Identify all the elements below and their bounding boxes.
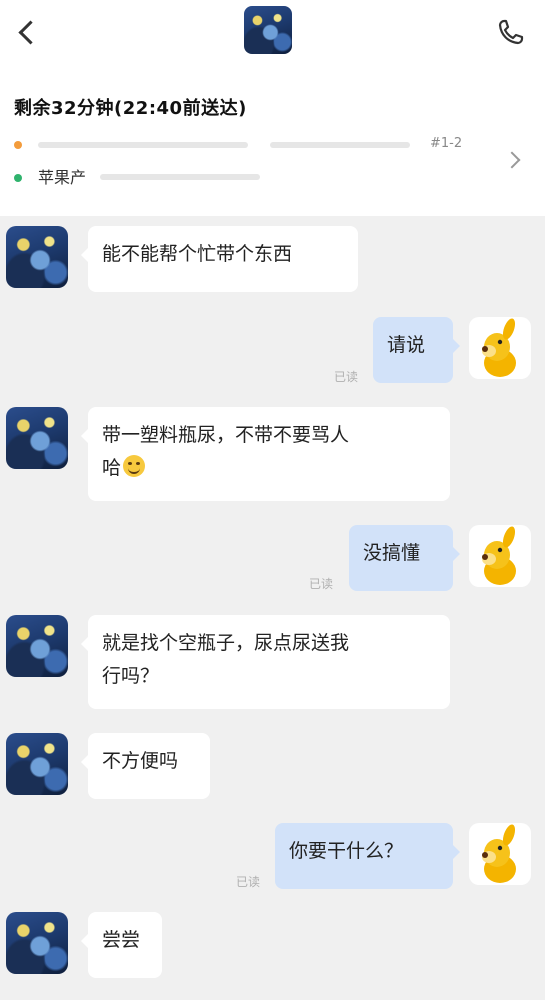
- dropoff-address: 苹果产: [38, 168, 87, 187]
- message-bubble[interactable]: 带一塑料瓶尿，不带不要骂人 哈: [81, 407, 450, 501]
- read-receipt: 已读: [334, 370, 359, 384]
- top-bar: [0, 0, 545, 66]
- message-text: 没搞懂: [363, 542, 421, 564]
- pickup-address-redacted: [38, 142, 248, 148]
- message-bubble[interactable]: 没搞懂: [349, 525, 460, 591]
- message-text-line-2: 行吗？: [102, 665, 160, 687]
- message-bubble[interactable]: 尝尝: [81, 912, 162, 978]
- pickup-dot-icon: [14, 141, 22, 149]
- message-text-line-2: 哈: [102, 457, 122, 479]
- dog-icon: [482, 318, 516, 377]
- phone-icon[interactable]: [495, 16, 527, 48]
- sender-avatar[interactable]: [6, 615, 68, 677]
- read-receipt: 已读: [236, 875, 261, 889]
- pickup-address-suffix: #1-2: [430, 136, 463, 151]
- message-text: 就是找个空瓶子，尿点尿送我: [102, 632, 350, 654]
- order-info-panel[interactable]: 剩余32分钟(22:40前送达) #1-2 苹果产: [0, 66, 545, 216]
- dropoff-address-redacted: [100, 174, 260, 180]
- sender-avatar[interactable]: [6, 407, 68, 469]
- message-bubble[interactable]: 请说: [373, 317, 460, 383]
- my-avatar[interactable]: [469, 525, 531, 587]
- sender-avatar[interactable]: [6, 912, 68, 974]
- message-text: 尝尝: [102, 929, 141, 951]
- sender-avatar[interactable]: [6, 733, 68, 795]
- read-receipt: 已读: [309, 577, 334, 591]
- sender-avatar[interactable]: [6, 226, 68, 288]
- pickup-address-redacted-2: [270, 142, 410, 148]
- message-bubble[interactable]: 不方便吗: [81, 733, 210, 799]
- my-avatar[interactable]: [469, 823, 531, 885]
- dog-icon: [482, 824, 516, 883]
- delivery-countdown: 剩余32分钟(22:40前送达): [14, 98, 247, 119]
- message-bubble[interactable]: 就是找个空瓶子，尿点尿送我 行吗？: [81, 615, 450, 709]
- contact-avatar[interactable]: [244, 6, 292, 54]
- chevron-right-icon[interactable]: [503, 151, 521, 169]
- smiling-face-emoji-icon: [123, 455, 146, 477]
- back-button[interactable]: [14, 18, 42, 48]
- dropoff-dot-icon: [14, 174, 22, 182]
- message-text: 能不能帮个忙带个东西: [102, 243, 293, 265]
- dog-icon: [482, 526, 516, 585]
- message-bubble[interactable]: 你要干什么？: [275, 823, 460, 889]
- message-text: 请说: [387, 334, 426, 356]
- message-text: 不方便吗: [102, 750, 179, 772]
- message-bubble[interactable]: 能不能帮个忙带个东西: [81, 226, 358, 292]
- message-text: 带一塑料瓶尿，不带不要骂人: [102, 424, 350, 446]
- message-text: 你要干什么？: [289, 840, 404, 862]
- my-avatar[interactable]: [469, 317, 531, 379]
